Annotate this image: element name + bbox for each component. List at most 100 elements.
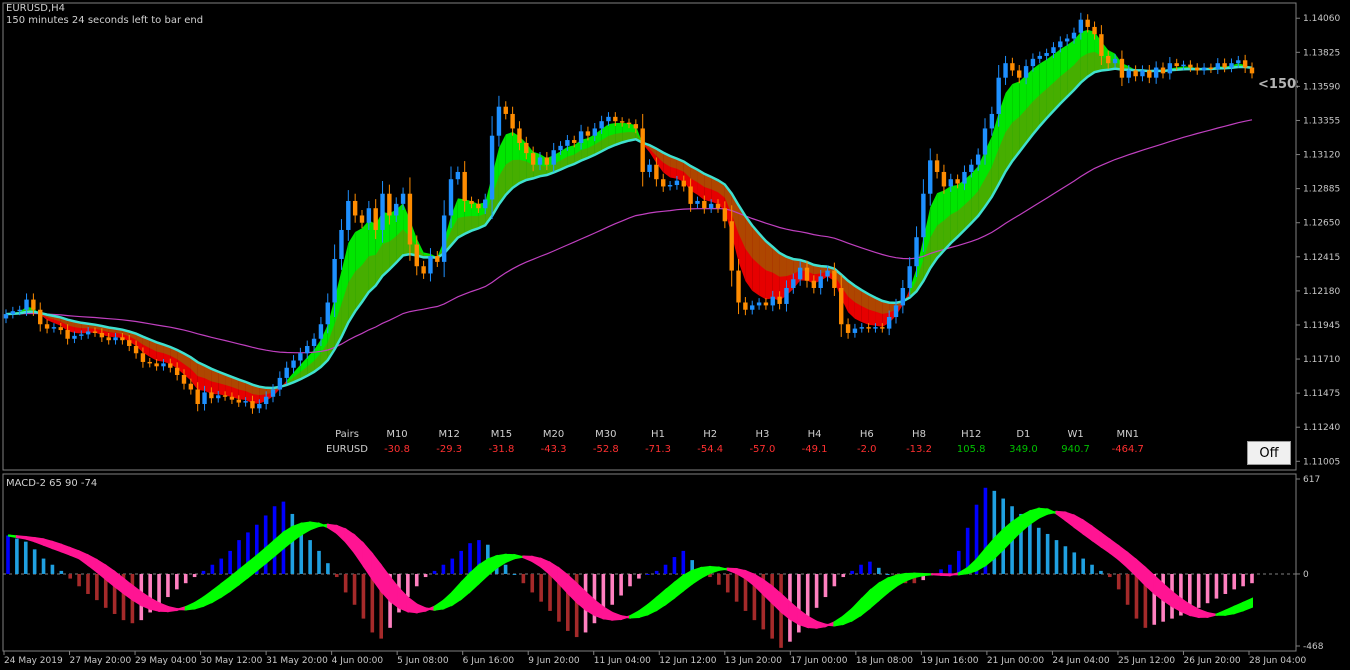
- candle-body: [975, 154, 981, 165]
- strength-value: -13.2: [906, 444, 932, 455]
- macd-histogram-bar: [770, 573, 774, 639]
- price-axis-label: 1.12650: [1303, 219, 1340, 229]
- macd-histogram-bar: [352, 573, 357, 605]
- macd-histogram-bar: [1232, 573, 1237, 590]
- candle-body: [606, 116, 611, 122]
- candle-body: [736, 270, 741, 303]
- pairs-header: Pairs: [335, 429, 359, 440]
- macd-signal-segment: [717, 566, 729, 572]
- candle-body: [1119, 58, 1125, 78]
- candle-body: [674, 180, 680, 186]
- candle-body: [250, 401, 255, 409]
- strength-value: 105.8: [957, 444, 986, 455]
- candle-body: [1017, 70, 1022, 78]
- macd-histogram-bar: [370, 573, 375, 633]
- candle-body: [797, 267, 803, 280]
- strength-value: -52.8: [593, 444, 619, 455]
- price-chart[interactable]: 1.14060 1.13825 1.13590 1.13355 1.13120 1.128…: [0, 0, 1350, 670]
- macd-panel-frame: [2, 473, 1297, 652]
- macd-signal-segment: [353, 533, 365, 569]
- candle-body: [311, 338, 317, 346]
- macd-histogram-bar: [610, 573, 615, 605]
- macd-signal-segment: [1242, 597, 1253, 612]
- candle-body: [743, 302, 748, 310]
- candle-body: [489, 135, 495, 200]
- macd-signal-segment: [833, 614, 845, 627]
- candle-body: [763, 302, 769, 306]
- candle-body: [85, 331, 91, 335]
- macd-histogram-bar: [859, 564, 863, 574]
- price-axis-label: 1.11475: [1303, 389, 1340, 399]
- candle-body: [880, 327, 885, 329]
- candle-body: [962, 171, 967, 184]
- slow-moving-average-line: [5, 65, 1253, 390]
- candle-body: [10, 311, 16, 315]
- candle-body: [969, 164, 974, 172]
- macd-histogram-bar: [956, 550, 961, 574]
- timeframe-header: M12: [439, 429, 460, 440]
- candle-body: [626, 122, 632, 125]
- candle-body: [366, 208, 372, 223]
- candle-body: [1085, 19, 1090, 27]
- macd-histogram-bar: [183, 573, 188, 584]
- bar-timer-label: <150:24: [1258, 77, 1298, 92]
- candle-body: [1092, 26, 1097, 35]
- candle-body: [934, 160, 940, 172]
- candle-body: [722, 208, 728, 222]
- macd-histogram-bar: [725, 573, 730, 593]
- price-axis-label: 1.13590: [1303, 82, 1340, 92]
- macd-histogram-bar: [414, 573, 419, 587]
- macd-histogram-bar: [1090, 564, 1094, 574]
- macd-signal-segment: [540, 557, 552, 577]
- candle-body: [209, 392, 214, 399]
- macd-signal-segment: [86, 553, 98, 574]
- time-axis-label: 9 Jun 20:00: [528, 656, 580, 666]
- macd-signal-segment: [1099, 531, 1111, 555]
- candle-body: [955, 179, 960, 184]
- macd-signal-segment: [406, 595, 418, 614]
- macd-signal-segment: [646, 595, 658, 616]
- candle-body: [517, 128, 522, 143]
- candle-body: [1201, 67, 1207, 71]
- macd-signal-segment: [851, 597, 863, 623]
- off-button[interactable]: Off: [1247, 441, 1291, 465]
- macd-histogram-bar: [530, 573, 535, 593]
- macd-signal-segment: [362, 541, 374, 582]
- macd-axis-label: -468: [1303, 642, 1324, 652]
- time-axis-label: 28 Jun 04:00: [1249, 656, 1306, 666]
- macd-histogram-bar: [41, 558, 46, 574]
- candle-body: [51, 327, 57, 329]
- candle-body: [1106, 55, 1111, 64]
- macd-signal-segment: [1108, 537, 1120, 562]
- macd-signal-segment: [815, 620, 827, 629]
- price-axis-label: 1.11710: [1303, 355, 1340, 365]
- macd-signal-segment: [202, 589, 214, 608]
- macd-histogram-bar: [663, 564, 668, 574]
- candle-body: [113, 337, 118, 341]
- candle-body: [243, 401, 248, 403]
- candle-body: [222, 395, 228, 397]
- candle-body: [359, 215, 365, 223]
- macd-signal-segment: [175, 605, 187, 612]
- macd-signal-segment: [1215, 609, 1227, 616]
- candle-body: [257, 404, 262, 409]
- candle-body: [161, 363, 166, 367]
- candle-body: [640, 128, 645, 172]
- macd-signal-segment: [806, 615, 818, 629]
- time-axis-label: 24 May 2019: [4, 656, 63, 666]
- candle-body: [750, 305, 755, 310]
- time-axis-label: 19 Jun 16:00: [921, 656, 978, 666]
- candle-body: [941, 171, 947, 187]
- candle-body: [1229, 63, 1234, 68]
- candle-body: [127, 340, 132, 346]
- macd-histogram-bar: [521, 573, 526, 584]
- macd-signal-segment: [886, 574, 898, 595]
- macd-signal-segment: [1037, 507, 1049, 520]
- macd-histogram-bar: [450, 558, 455, 574]
- macd-histogram-bar: [823, 573, 828, 598]
- candle-body: [263, 396, 269, 405]
- candle-body: [996, 77, 1001, 114]
- candle-body: [948, 179, 953, 187]
- candle-body: [174, 367, 180, 376]
- candle-body: [216, 395, 221, 399]
